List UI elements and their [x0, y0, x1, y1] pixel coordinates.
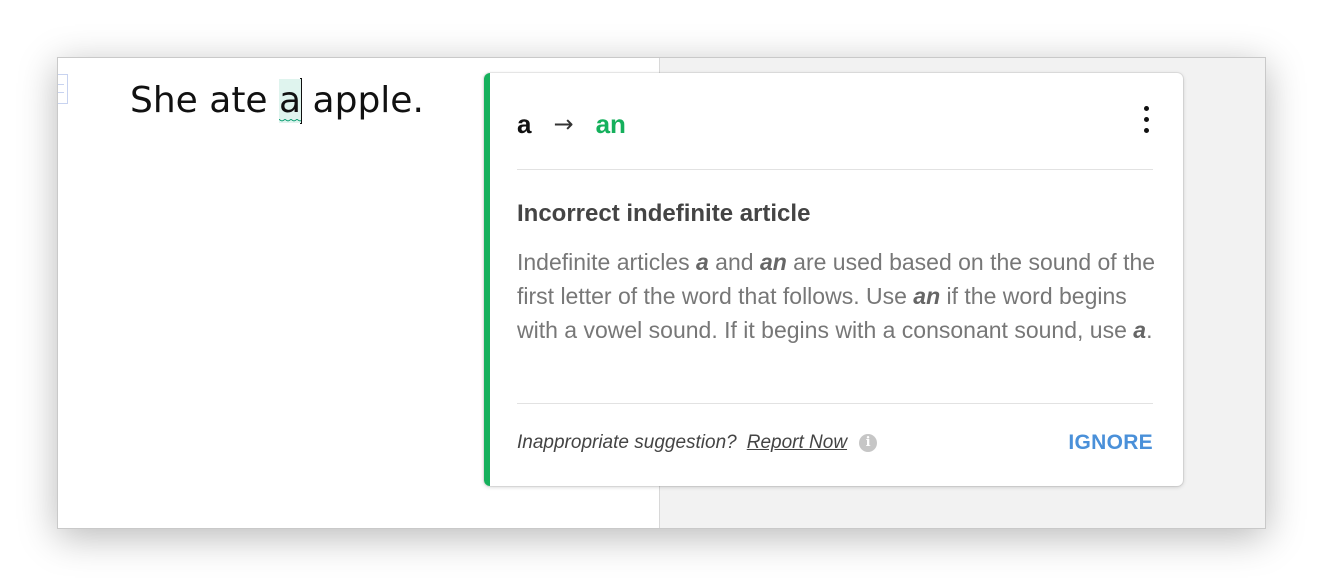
stage: She ate a apple. a → an Incorrect indefi…	[0, 0, 1324, 588]
replacement-header[interactable]: a → an	[517, 107, 626, 141]
suggestion-card: a → an Incorrect indefinite article Inde…	[484, 73, 1183, 486]
text-after: apple.	[301, 80, 424, 121]
suggestion-explanation: Indefinite articles a and an are used ba…	[517, 249, 1156, 343]
original-word: a	[517, 108, 532, 139]
info-icon[interactable]: i	[859, 434, 878, 452]
text-before: She ate	[130, 80, 280, 121]
document-text[interactable]: She ate a apple.	[130, 78, 424, 124]
flagged-word[interactable]: a	[279, 79, 302, 123]
more-options-icon[interactable]	[1137, 103, 1157, 137]
app-window: She ate a apple. a → an Incorrect indefi…	[57, 57, 1266, 529]
card-accent-bar	[484, 73, 490, 486]
suggestion-title: Incorrect indefinite article	[517, 200, 811, 227]
ignore-button[interactable]: IGNORE	[1068, 431, 1153, 455]
gutter-menu-icon[interactable]	[58, 74, 68, 104]
replacement-word[interactable]: an	[596, 109, 626, 140]
feedback-question: Inappropriate suggestion?	[517, 432, 737, 453]
report-now-link[interactable]: Report Now	[747, 432, 847, 454]
arrow-right-icon: →	[553, 110, 574, 138]
card-footer: Inappropriate suggestion? Report Now i I…	[517, 428, 1153, 458]
divider-top	[517, 169, 1153, 170]
divider-bottom	[517, 403, 1153, 404]
